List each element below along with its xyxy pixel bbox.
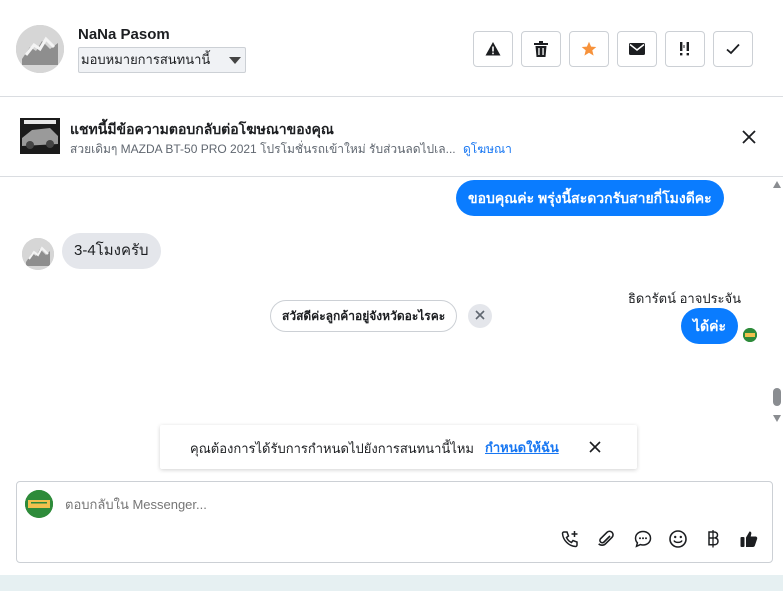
mark-spam-button[interactable] — [473, 31, 513, 67]
sender-name: ธิดารัตน์ อาจประจัน — [628, 291, 742, 306]
thumbs-up-icon — [739, 529, 759, 554]
add-call-button[interactable] — [559, 530, 581, 552]
follow-up-button[interactable] — [665, 31, 705, 67]
contact-name[interactable]: NaNa Pasom — [78, 26, 170, 43]
paperclip-icon — [596, 529, 616, 554]
payment-button[interactable] — [702, 529, 724, 554]
check-icon — [726, 43, 740, 55]
message-composer — [16, 481, 773, 563]
close-icon — [585, 441, 605, 461]
envelope-icon — [629, 43, 645, 55]
ad-banner-title: แชทนี้มีข้อความตอบกลับต่อโฆษณาของคุณ — [70, 121, 334, 137]
mark-done-button[interactable] — [713, 31, 753, 67]
message-bubble-outgoing[interactable]: ได้ค่ะ — [681, 308, 739, 344]
ad-description: สวยเดิมๆ MAZDA BT-50 PRO 2021 โปรโมชั่นร… — [70, 142, 456, 156]
attach-file-button[interactable] — [595, 529, 617, 554]
assign-to-me-link[interactable]: กำหนดให้ฉัน — [485, 437, 559, 458]
message-bubble-outgoing[interactable]: ขอบคุณค่ะ พรุ่งนี้สะดวกรับสายกี่โมงดีคะ — [456, 180, 724, 216]
reply-input[interactable] — [65, 497, 665, 512]
trash-icon — [534, 41, 548, 57]
saved-replies-button[interactable] — [632, 530, 654, 552]
baht-icon — [705, 529, 721, 554]
conversation-header: NaNa Pasom มอบหมายการสนทนานี้ — [0, 0, 783, 97]
follow-up-icon — [677, 41, 693, 57]
caret-down-icon — [229, 57, 241, 64]
seen-avatar-icon — [743, 328, 757, 342]
message-bubble-incoming[interactable]: 3-4โมงครับ — [62, 233, 161, 269]
send-like-button[interactable] — [738, 530, 760, 552]
phone-plus-icon — [560, 529, 580, 554]
star-icon — [581, 41, 597, 57]
dismiss-suggestion-button[interactable] — [468, 304, 492, 328]
assign-conversation-dropdown[interactable]: มอบหมายการสนทนานี้ — [78, 47, 246, 73]
close-icon — [739, 130, 759, 151]
dismiss-assign-prompt-button[interactable] — [585, 437, 605, 457]
warning-icon — [485, 41, 501, 57]
contact-avatar[interactable] — [16, 25, 64, 73]
assign-prompt-text: คุณต้องการได้รับการกำหนดไปยังการสนทนานี้… — [190, 441, 474, 456]
smiley-icon — [668, 529, 688, 554]
assign-dropdown-label: มอบหมายการสนทนานี้ — [81, 52, 211, 67]
scroll-up-arrow-icon — [773, 181, 781, 188]
star-button[interactable] — [569, 31, 609, 67]
delete-button[interactable] — [521, 31, 561, 67]
close-icon — [475, 307, 485, 325]
ad-banner-text: สวยเดิมๆ MAZDA BT-50 PRO 2021 โปรโมชั่นร… — [70, 140, 512, 159]
scrollbar-thumb[interactable] — [773, 388, 781, 406]
contact-avatar-small[interactable] — [22, 238, 54, 270]
emoji-button[interactable] — [667, 529, 689, 554]
view-ad-link[interactable]: ดูโฆษณา — [463, 142, 512, 156]
chat-bubble-icon — [633, 529, 653, 554]
assign-to-me-prompt: คุณต้องการได้รับการกำหนดไปยังการสนทนานี้… — [160, 425, 637, 469]
suggested-reply-chip[interactable]: สวัสดีค่ะลูกค้าอยู่จังหวัดอะไรคะ — [270, 300, 458, 332]
ad-thumbnail[interactable] — [20, 118, 60, 154]
mark-unread-button[interactable] — [617, 31, 657, 67]
page-avatar — [25, 490, 53, 518]
ad-reply-banner: แชทนี้มีข้อความตอบกลับต่อโฆษณาของคุณ สวย… — [0, 97, 783, 177]
close-ad-banner-button[interactable] — [739, 127, 759, 147]
page-footer — [0, 575, 783, 591]
scroll-down-arrow-icon — [773, 415, 781, 422]
